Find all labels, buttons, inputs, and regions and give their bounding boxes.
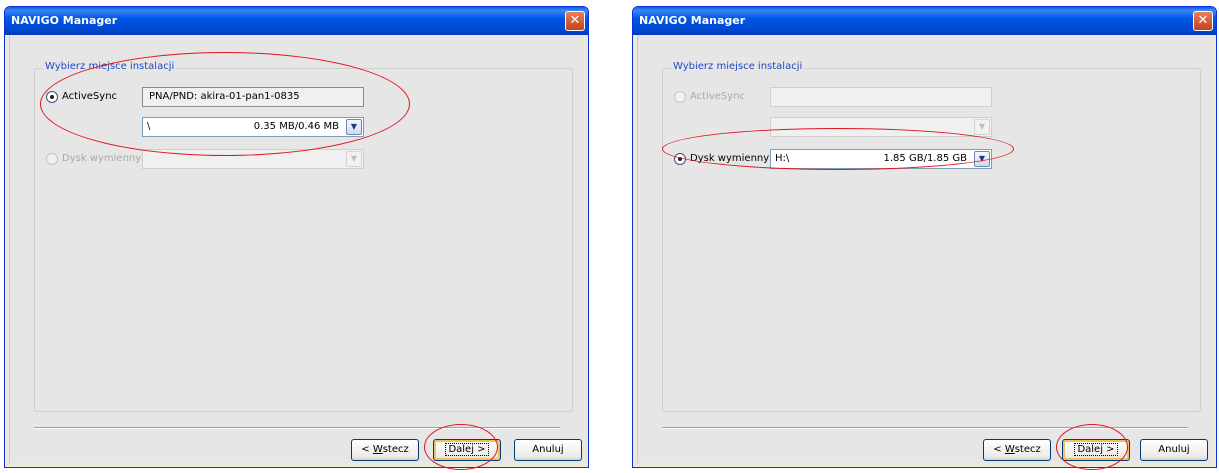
activesync-path-combo[interactable]: \ 0.35 MB/0.46 MB ▼	[142, 117, 364, 137]
dialog-client-area: Wybierz miejsce instalacji ActiveSync ▼ …	[637, 35, 1212, 463]
navigo-manager-window-activesync: NAVIGO Manager ✕ Wybierz miejsce instala…	[4, 6, 589, 468]
chevron-down-icon[interactable]: ▼	[346, 151, 362, 167]
group-title: Wybierz miejsce instalacji	[671, 61, 805, 72]
group-title: Wybierz miejsce instalacji	[43, 61, 177, 72]
cancel-button[interactable]: Anuluj	[1140, 439, 1208, 461]
removable-disk-radio[interactable]	[46, 153, 58, 165]
chevron-down-icon[interactable]: ▼	[974, 119, 990, 135]
separator	[662, 427, 1188, 429]
window-title: NAVIGO Manager	[639, 14, 746, 27]
next-button[interactable]: Dalej >	[433, 439, 501, 461]
title-bar[interactable]: NAVIGO Manager ✕	[633, 7, 1216, 35]
back-button[interactable]: < Wstecz	[351, 439, 419, 461]
next-button[interactable]: Dalej >	[1062, 439, 1130, 461]
back-button[interactable]: < Wstecz	[983, 439, 1051, 461]
activesync-path-value: \	[147, 121, 151, 132]
activesync-radio-label[interactable]: ActiveSync	[62, 91, 117, 103]
removable-disk-path-value: H:\	[775, 153, 790, 164]
install-location-group: Wybierz miejsce instalacji ActiveSync PN…	[34, 61, 573, 412]
install-location-group: Wybierz miejsce instalacji ActiveSync ▼ …	[662, 61, 1201, 412]
window-title: NAVIGO Manager	[11, 14, 118, 27]
activesync-free-space: 0.35 MB/0.46 MB	[253, 121, 339, 132]
dialog-client-area: Wybierz miejsce instalacji ActiveSync PN…	[9, 35, 584, 463]
chevron-down-icon[interactable]: ▼	[974, 151, 990, 167]
close-icon[interactable]: ✕	[1193, 11, 1213, 31]
activesync-device-field: PNA/PND: akira-01-pan1-0835	[142, 87, 364, 107]
activesync-path-combo[interactable]: ▼	[770, 117, 992, 137]
title-bar[interactable]: NAVIGO Manager ✕	[5, 7, 588, 35]
chevron-down-icon[interactable]: ▼	[346, 119, 362, 135]
removable-disk-free-space: 1.85 GB/1.85 GB	[883, 153, 967, 164]
removable-disk-radio[interactable]	[674, 153, 686, 165]
activesync-device-field	[770, 87, 992, 107]
activesync-radio[interactable]	[46, 91, 58, 103]
removable-disk-combo[interactable]: H:\ 1.85 GB/1.85 GB ▼	[770, 149, 992, 169]
removable-disk-radio-label[interactable]: Dysk wymienny	[62, 153, 141, 165]
activesync-radio-label[interactable]: ActiveSync	[690, 91, 745, 103]
removable-disk-combo[interactable]: ▼	[142, 149, 364, 169]
removable-disk-radio-label[interactable]: Dysk wymienny	[690, 153, 769, 165]
cancel-button[interactable]: Anuluj	[514, 439, 582, 461]
close-icon[interactable]: ✕	[565, 11, 585, 31]
activesync-radio[interactable]	[674, 91, 686, 103]
navigo-manager-window-removable: NAVIGO Manager ✕ Wybierz miejsce instala…	[632, 6, 1217, 468]
separator	[34, 427, 560, 429]
